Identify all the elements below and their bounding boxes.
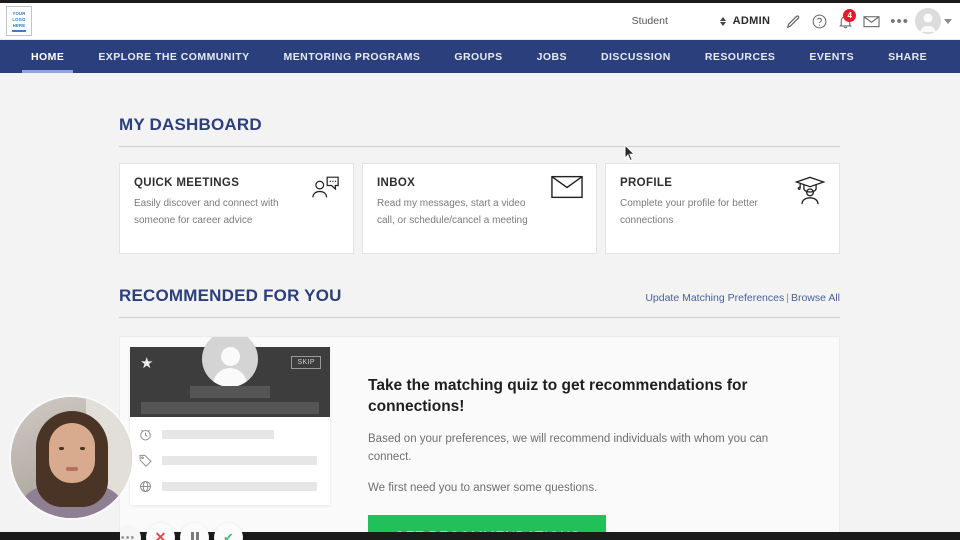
pause-icon[interactable] <box>180 523 209 540</box>
webcam-video-bubble[interactable] <box>11 397 132 518</box>
recommended-header: RECOMMENDED FOR YOU Update Matching Pref… <box>119 254 840 306</box>
quiz-paragraph-2: We first need you to answer some questio… <box>368 482 598 494</box>
placeholder-name-bar <box>190 386 270 398</box>
quiz-paragraph-1: Based on your preferences, we will recom… <box>368 433 769 463</box>
nav-item-discussion[interactable]: DISCUSSION <box>584 40 688 73</box>
preview-card-area: ★ SKIP ••• ✕ ✔ <box>120 337 338 540</box>
title-divider <box>119 146 840 147</box>
card-title: QUICK MEETINGS <box>134 177 240 189</box>
checkmark-icon[interactable]: ✔ <box>214 523 243 540</box>
placeholder-line <box>162 456 317 465</box>
logo-line-2: LOGO <box>12 16 26 22</box>
ellipsis-icon[interactable]: ••• <box>884 13 915 30</box>
nav-label: RESOURCES <box>704 50 776 63</box>
dashboard-cards: QUICK MEETINGS Easily discover and conne… <box>119 163 840 254</box>
link-separator: | <box>786 292 789 304</box>
role-select-value: Student <box>631 15 668 27</box>
header-actions: Student ADMIN 4 ••• <box>631 8 960 34</box>
browse-all-link[interactable]: Browse All <box>791 292 840 304</box>
close-x-icon[interactable]: ✕ <box>146 523 175 540</box>
update-matching-preferences-link[interactable]: Update Matching Preferences <box>645 292 784 304</box>
preview-card-rows <box>130 417 330 505</box>
envelope-icon <box>551 175 583 204</box>
quiz-panel: ★ SKIP ••• ✕ ✔ Take the matching quiz to… <box>119 336 840 540</box>
card-description: Easily discover and connect with someone… <box>134 198 279 226</box>
nav-item-resources[interactable]: RESOURCES <box>688 40 793 73</box>
nav-label: EVENTS <box>809 50 855 63</box>
star-icon[interactable]: ★ <box>140 356 153 371</box>
admin-label[interactable]: ADMIN <box>733 15 771 27</box>
page-body: MY DASHBOARD QUICK MEETINGS Easily disco… <box>0 73 960 540</box>
nav-item-explore-the-community[interactable]: EXPLORE THE COMMUNITY <box>81 40 266 73</box>
envelope-icon[interactable] <box>858 8 884 34</box>
nav-item-events[interactable]: EVENTS <box>792 40 871 73</box>
notification-badge: 4 <box>843 9 857 22</box>
logo-line-1: YOUR <box>12 10 26 16</box>
chevron-down-icon[interactable] <box>944 18 952 24</box>
recommended-divider <box>119 317 840 318</box>
site-header: YOUR LOGO HERE Student ADMIN 4 ••• <box>0 3 960 40</box>
preview-row <box>130 427 330 453</box>
main-navigation: HOME EXPLORE THE COMMUNITY MENTORING PRO… <box>0 40 960 73</box>
quiz-heading: Take the matching quiz to get recommenda… <box>368 377 748 415</box>
card-inbox[interactable]: INBOX Read my messages, start a video ca… <box>362 163 597 254</box>
nav-label: GROUPS <box>454 50 503 63</box>
logo-line-3: HERE <box>12 22 26 28</box>
ellipsis-icon[interactable]: ••• <box>120 524 141 540</box>
placeholder-subtitle-bar <box>141 402 319 414</box>
quiz-content: Take the matching quiz to get recommenda… <box>338 337 839 540</box>
nav-item-jobs[interactable]: JOBS <box>520 40 584 73</box>
recommendation-preview-card: ★ SKIP <box>130 337 330 505</box>
placeholder-line <box>162 482 317 491</box>
user-avatar-icon[interactable] <box>915 8 941 34</box>
app-root: YOUR LOGO HERE Student ADMIN 4 ••• HOME … <box>0 0 960 540</box>
video-call-controls: ••• ✕ ✔ <box>120 523 243 540</box>
nav-label: EXPLORE THE COMMUNITY <box>98 50 250 63</box>
nav-item-home[interactable]: HOME <box>14 40 81 73</box>
graduation-cap-person-icon <box>794 175 826 210</box>
card-profile[interactable]: PROFILE Complete your profile for better… <box>605 163 840 254</box>
user-avatar-icon <box>202 337 258 387</box>
nav-item-share[interactable]: SHARE <box>871 40 944 73</box>
nav-label: DISCUSSION <box>600 50 671 63</box>
nav-label: SHARE <box>888 50 928 63</box>
preview-row <box>130 479 330 505</box>
card-description: Complete your profile for better connect… <box>620 198 758 226</box>
stepper-arrows-icon[interactable] <box>719 16 726 26</box>
card-description: Read my messages, start a video call, or… <box>377 198 528 226</box>
nav-item-groups[interactable]: GROUPS <box>437 40 519 73</box>
nav-label: MENTORING PROGRAMS <box>283 50 421 63</box>
nav-item-mentoring-programs[interactable]: MENTORING PROGRAMS <box>267 40 438 73</box>
nav-label: JOBS <box>536 50 567 63</box>
tag-icon <box>138 453 153 468</box>
question-circle-icon[interactable] <box>806 8 832 34</box>
card-quick-meetings[interactable]: QUICK MEETINGS Easily discover and conne… <box>119 163 354 254</box>
alarm-clock-icon <box>138 427 153 442</box>
recommended-title: RECOMMENDED FOR YOU <box>119 286 342 305</box>
mouse-pointer <box>624 143 636 167</box>
nav-label: HOME <box>31 50 65 63</box>
globe-icon <box>138 479 153 494</box>
bell-icon[interactable]: 4 <box>832 8 858 34</box>
person-speech-bubble-icon <box>310 175 340 208</box>
placeholder-line <box>162 430 274 439</box>
role-select[interactable]: Student <box>631 10 727 32</box>
content-container: MY DASHBOARD QUICK MEETINGS Easily disco… <box>119 73 840 540</box>
preview-row <box>130 453 330 479</box>
logo-underline <box>12 29 26 32</box>
user-menu[interactable] <box>915 8 952 34</box>
pencil-icon[interactable] <box>780 8 806 34</box>
skip-button[interactable]: SKIP <box>291 356 321 369</box>
site-logo[interactable]: YOUR LOGO HERE <box>6 6 32 36</box>
preview-card-header: ★ SKIP <box>130 337 330 417</box>
page-title: MY DASHBOARD <box>119 115 262 134</box>
recommended-links: Update Matching Preferences | Browse All <box>645 292 840 306</box>
